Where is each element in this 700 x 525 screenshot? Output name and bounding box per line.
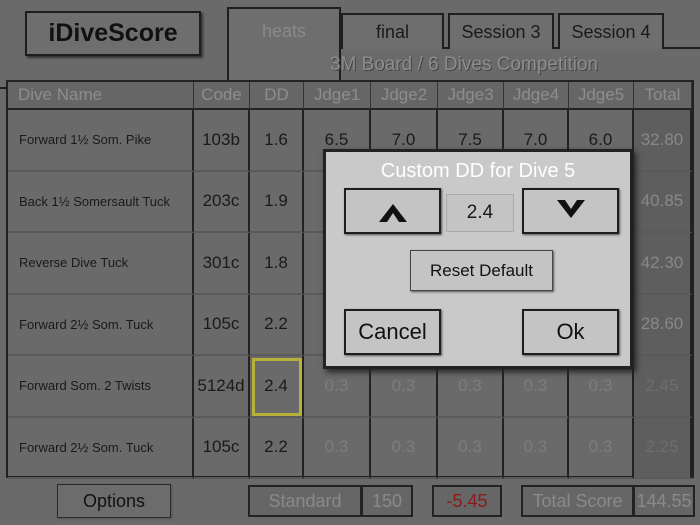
dive-name: Forward 2½ Som. Tuck — [8, 417, 194, 479]
dive-name: Forward 2½ Som. Tuck — [8, 294, 194, 356]
tab-final[interactable]: final — [341, 13, 444, 49]
dive-name: Back 1½ Somersault Tuck — [8, 171, 194, 233]
dive-code: 5124d — [194, 356, 250, 418]
judge-score[interactable]: 0.3 — [371, 417, 438, 479]
column-header: Jdge2 — [371, 82, 438, 110]
dd-cell[interactable]: 2.4 — [250, 356, 304, 418]
dive-total: 42.30 — [634, 233, 692, 295]
standard-value: 150 — [361, 485, 413, 517]
tab-session-3[interactable]: Session 3 — [448, 13, 554, 49]
dd-cell[interactable]: 1.9 — [250, 171, 304, 233]
chevron-up-icon — [378, 204, 407, 222]
dive-name: Reverse Dive Tuck — [8, 233, 194, 295]
judge-score[interactable]: 0.3 — [504, 417, 569, 479]
dd-cell[interactable]: 2.2 — [250, 294, 304, 356]
dive-total: 40.85 — [634, 171, 692, 233]
options-button[interactable]: Options — [57, 484, 171, 518]
score-difference: -5.45 — [432, 485, 502, 517]
dive-total: 2.25 — [634, 417, 692, 479]
dd-cell[interactable]: 2.2 — [250, 417, 304, 479]
dd-cell[interactable]: 1.6 — [250, 110, 304, 172]
judge-score[interactable]: 0.3 — [569, 417, 634, 479]
standard-label: Standard — [248, 485, 362, 517]
column-header: Code — [194, 82, 250, 110]
dive-code: 105c — [194, 417, 250, 479]
dive-total: 32.80 — [634, 110, 692, 172]
column-header: DD — [250, 82, 304, 110]
tab-session-4[interactable]: Session 4 — [558, 13, 664, 49]
dive-total: 28.60 — [634, 294, 692, 356]
dive-code: 103b — [194, 110, 250, 172]
increase-dd-button[interactable] — [344, 188, 441, 234]
dive-code: 301c — [194, 233, 250, 295]
dive-code: 105c — [194, 294, 250, 356]
column-header: Jdge4 — [504, 82, 569, 110]
app-logo: iDiveScore — [25, 11, 201, 56]
cancel-button[interactable]: Cancel — [344, 309, 441, 355]
tab-heats[interactable]: heats — [227, 7, 341, 89]
column-header: Dive Name — [8, 82, 194, 110]
column-header: Jdge5 — [569, 82, 634, 110]
column-header: Total — [634, 82, 692, 110]
dive-total: 2.45 — [634, 356, 692, 418]
total-score-value: 144.55 — [633, 485, 695, 517]
competition-title: 3M Board / 6 Dives Competition — [329, 54, 599, 75]
column-header: Jdge3 — [438, 82, 504, 110]
reset-default-button[interactable]: Reset Default — [410, 250, 553, 291]
total-score-label: Total Score — [521, 485, 634, 517]
ok-button[interactable]: Ok — [522, 309, 619, 355]
decrease-dd-button[interactable] — [522, 188, 619, 234]
judge-score[interactable]: 0.3 — [438, 417, 504, 479]
dive-name: Forward Som. 2 Twists — [8, 356, 194, 418]
dd-value: 2.4 — [446, 194, 514, 232]
dive-name: Forward 1½ Som. Pike — [8, 110, 194, 172]
chevron-down-icon — [556, 200, 585, 218]
custom-dd-dialog: Custom DD for Dive 5 2.4 Reset Default C… — [323, 149, 633, 369]
dialog-title: Custom DD for Dive 5 — [380, 160, 576, 182]
column-header: Jdge1 — [304, 82, 371, 110]
dive-code: 203c — [194, 171, 250, 233]
dd-cell[interactable]: 1.8 — [250, 233, 304, 295]
judge-score[interactable]: 0.3 — [304, 417, 371, 479]
